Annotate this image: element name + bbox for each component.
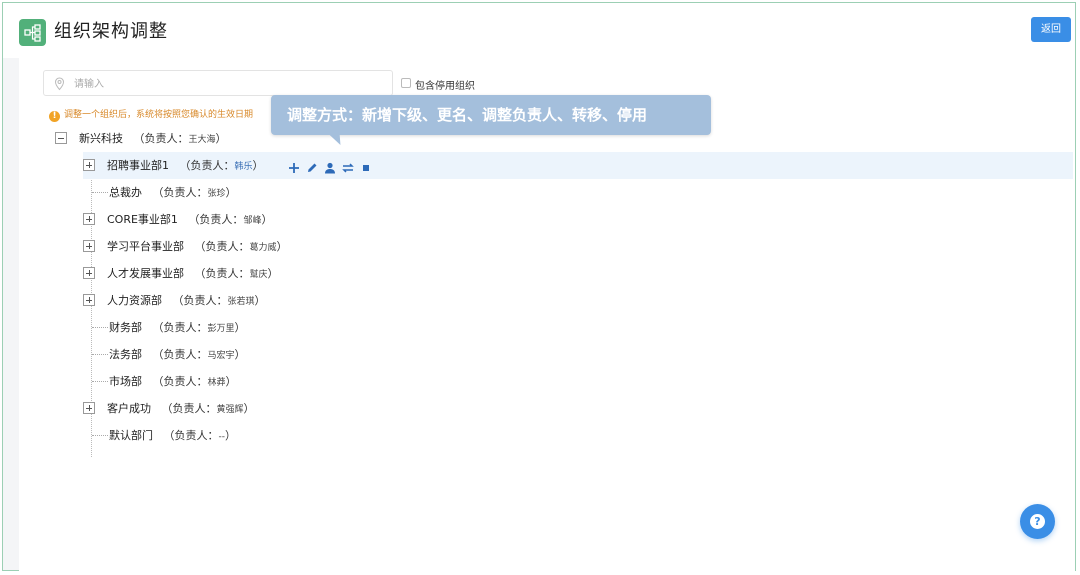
expand-icon[interactable]	[83, 159, 95, 171]
warning-icon: !	[49, 111, 60, 122]
leader-name: 张若琪	[227, 297, 255, 307]
expand-icon[interactable]	[83, 267, 95, 279]
tree-connector	[92, 192, 108, 193]
page-title: 组织架构调整	[54, 21, 168, 42]
tree-connector	[92, 354, 108, 355]
tree-row[interactable]: 总裁办 （负责人：张珍）	[83, 179, 383, 206]
tree-row[interactable]: 财务部 （负责人：彭万里）	[83, 314, 383, 341]
leader-prefix: （负责人：	[188, 213, 244, 226]
tree-row[interactable]: 默认部门 （负责人：--）	[83, 422, 383, 449]
leader-suffix: ）	[234, 348, 246, 361]
leader-prefix: （负责人：	[161, 402, 217, 415]
tree-row[interactable]: 法务部 （负责人：马宏宇）	[83, 341, 383, 368]
leader-prefix: （负责人：	[152, 375, 208, 388]
org-name: 学习平台事业部	[107, 240, 184, 253]
org-name: 人力资源部	[107, 294, 162, 307]
tree-row[interactable]: 人力资源部 （负责人：张若琪）	[83, 287, 383, 314]
leader-suffix: ）	[234, 321, 246, 334]
tree-row[interactable]: 学习平台事业部 （负责人：葛力威）	[83, 233, 383, 260]
notice-banner: ! 调整一个组织后，系统将按照您确认的生效日期	[49, 107, 253, 122]
leader-prefix: （负责人：	[194, 240, 250, 253]
org-name: 财务部	[109, 321, 142, 334]
tree-row[interactable]: 招聘事业部1 （负责人：韩乐）	[83, 152, 1073, 179]
leader-prefix: （负责人：	[163, 429, 219, 442]
leader-prefix: （负责人：	[152, 348, 208, 361]
leader-suffix: ）	[225, 429, 236, 442]
leader-prefix: （负责人：	[133, 132, 189, 145]
include-disabled-label: 包含停用组织	[415, 81, 475, 92]
leader-name: 张珍	[207, 189, 226, 199]
include-disabled-checkbox[interactable]	[401, 78, 411, 88]
help-button[interactable]: ?	[1020, 504, 1055, 539]
leader-suffix: ）	[225, 186, 237, 199]
back-button[interactable]: 返回	[1031, 17, 1071, 42]
leader-suffix: ）	[261, 213, 273, 226]
leader-name: 邹峰	[243, 216, 262, 226]
org-name: 默认部门	[109, 429, 153, 442]
transfer-arrows-icon[interactable]	[341, 161, 355, 175]
org-name: 新兴科技	[79, 132, 123, 145]
expand-icon[interactable]	[83, 402, 95, 414]
leader-name: 林莽	[207, 378, 226, 388]
tree-row[interactable]: CORE事业部1 （负责人：邹峰）	[83, 206, 383, 233]
leader-prefix: （负责人：	[172, 294, 228, 307]
tooltip: 调整方式：新增下级、更名、调整负责人、转移、停用	[271, 95, 711, 145]
collapse-icon[interactable]	[55, 132, 67, 144]
leader-suffix: ）	[215, 132, 227, 145]
disable-stop-icon[interactable]	[359, 161, 373, 175]
notice-text: 调整一个组织后，系统将按照您确认的生效日期	[64, 110, 254, 120]
leader-name: 葛力威	[249, 243, 277, 253]
tree-row[interactable]: 人才发展事业部 （负责人：幫庆）	[83, 260, 383, 287]
rename-pencil-icon[interactable]	[305, 161, 319, 175]
expand-icon[interactable]	[83, 240, 95, 252]
page-header: 组织架构调整 返回	[3, 3, 1075, 58]
leader-name: 韩乐	[234, 162, 253, 172]
add-child-icon[interactable]	[287, 161, 301, 175]
leader-prefix: （负责人：	[152, 186, 208, 199]
org-tree-icon	[19, 19, 46, 46]
tree-connector	[92, 435, 108, 436]
leader-suffix: ）	[254, 294, 266, 307]
org-name: 市场部	[109, 375, 142, 388]
location-pin-icon	[54, 76, 65, 95]
leader-suffix: ）	[243, 402, 255, 415]
leader-suffix: ）	[267, 267, 279, 280]
leader-name: 马宏宇	[207, 351, 235, 361]
app-frame: 组织架构调整 返回 包含停用组织 !调整一个组织后，系统将按照您确认的生效日期 …	[2, 2, 1076, 572]
tree-connector	[92, 381, 108, 382]
leader-name: 王大海	[188, 135, 216, 145]
leader-name: 黄强辉	[216, 405, 244, 415]
leader-prefix: （负责人：	[152, 321, 208, 334]
tree-connector	[92, 327, 108, 328]
tree-row[interactable]: 市场部 （负责人：林莽）	[83, 368, 383, 395]
org-name: 客户成功	[107, 402, 151, 415]
tooltip-text: 调整方式：新增下级、更名、调整负责人、转移、停用	[287, 106, 648, 124]
leader-suffix: ）	[276, 240, 288, 253]
org-name: 法务部	[109, 348, 142, 361]
leader-prefix: （负责人：	[194, 267, 250, 280]
expand-icon[interactable]	[83, 294, 95, 306]
question-help-icon: ?	[1030, 514, 1045, 529]
org-name: 总裁办	[109, 186, 142, 199]
org-name: CORE事业部1	[107, 213, 178, 226]
leader-suffix: ）	[225, 375, 237, 388]
expand-icon[interactable]	[83, 213, 95, 225]
leader-name: 幫庆	[249, 270, 268, 280]
org-name: 招聘事业部1	[107, 159, 169, 172]
search-box[interactable]	[43, 70, 393, 97]
org-name: 人才发展事业部	[107, 267, 184, 280]
leader-name: 彭万里	[207, 324, 235, 334]
leader-prefix: （负责人：	[179, 159, 235, 172]
tree-row[interactable]: 客户成功 （负责人：黄强辉）	[83, 395, 383, 422]
search-input[interactable]	[72, 71, 376, 97]
leader-suffix: ）	[252, 159, 264, 172]
change-leader-person-icon[interactable]	[323, 161, 337, 175]
